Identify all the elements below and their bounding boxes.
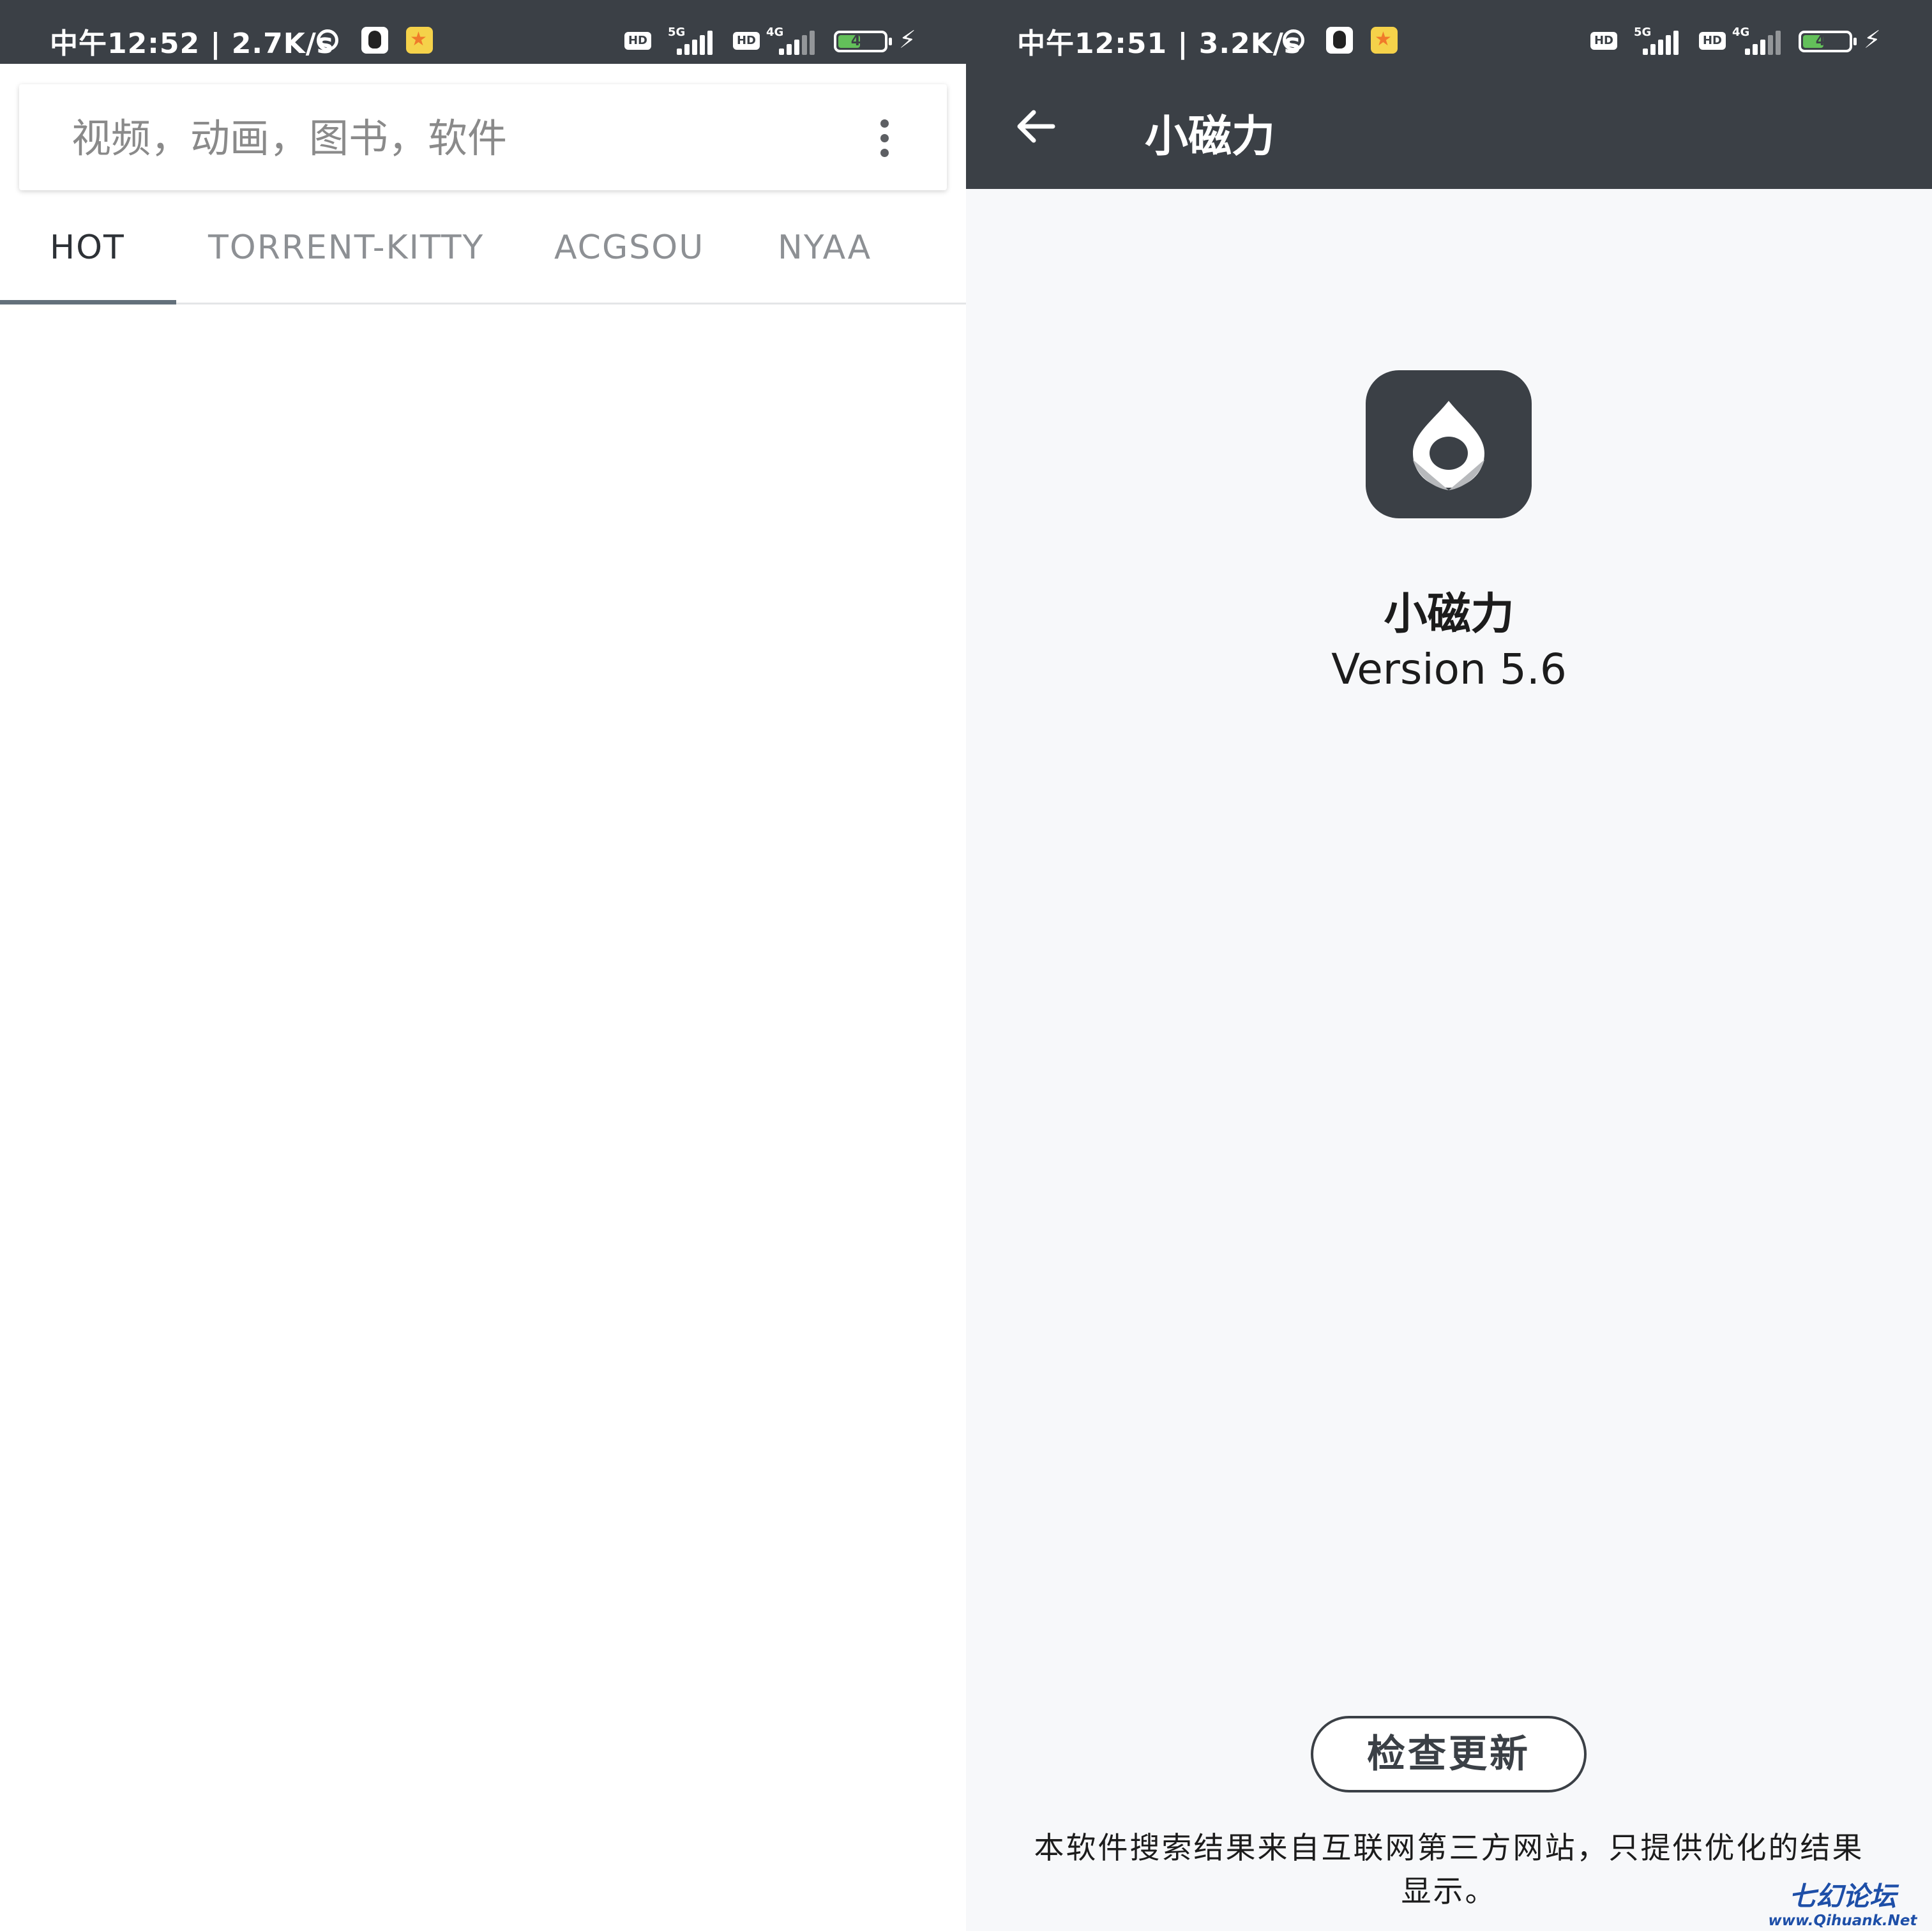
active-tab-indicator xyxy=(0,300,176,304)
hd-icon: HD xyxy=(1699,32,1726,50)
watermark-url: www.Qihuank.Net xyxy=(1768,1912,1917,1929)
search-input[interactable] xyxy=(70,110,839,166)
search-bar xyxy=(19,84,947,190)
app-version: Version 5.6 xyxy=(1331,645,1567,694)
hd-icon: HD xyxy=(1590,32,1617,50)
app-logo xyxy=(1366,370,1532,518)
status-bar: 中午12:52 | 2.7K/s HD 5G HD 4G xyxy=(0,0,966,64)
screenshot-composite: 中午12:52 | 2.7K/s HD 5G HD 4G xyxy=(0,0,1932,1931)
charging-icon: ⚡ xyxy=(899,26,916,54)
notification-app-icon xyxy=(406,27,433,54)
page-title: 小磁力 xyxy=(1145,112,1276,162)
battery-icon: 45 xyxy=(1799,31,1857,52)
forum-watermark: 七幻论坛 www.Qihuank.Net xyxy=(1766,1881,1919,1930)
check-update-button[interactable]: 检查更新 xyxy=(1311,1716,1587,1792)
app-bar: 小磁力 xyxy=(966,64,1932,189)
status-time-speed: 中午12:51 | 3.2K/s xyxy=(1017,27,1302,60)
alarm-icon xyxy=(1283,29,1304,51)
signal-5g-icon xyxy=(1643,29,1681,55)
arrow-left-icon[interactable] xyxy=(1011,101,1062,152)
signal-5g-icon xyxy=(677,29,715,55)
battery-level: 45 xyxy=(1815,33,1836,49)
signal-4g-icon xyxy=(1745,29,1783,55)
more-vertical-icon[interactable] xyxy=(878,119,891,158)
signal-4g-icon xyxy=(779,29,817,55)
watermark-title: 七幻论坛 xyxy=(1788,1881,1896,1912)
disclaimer-text: 本软件搜索结果来自互联网第三方网站，只提供优化的结果显示。 xyxy=(1034,1831,1864,1909)
qq-icon xyxy=(361,27,388,54)
tab-acgsou[interactable]: ACGSOU xyxy=(554,229,704,267)
alarm-icon xyxy=(317,29,338,51)
tab-torrent-kitty[interactable]: TORRENT-KITTY xyxy=(208,229,484,267)
about-screen: 中午12:51 | 3.2K/s HD 5G HD 4G xyxy=(966,0,1932,1931)
charging-icon: ⚡ xyxy=(1864,26,1881,54)
tab-hot[interactable]: HOT xyxy=(50,229,125,267)
battery-icon: 47 xyxy=(834,31,892,52)
status-time-speed: 中午12:52 | 2.7K/s xyxy=(50,27,335,60)
status-bar: 中午12:51 | 3.2K/s HD 5G HD 4G xyxy=(966,0,1932,64)
hd-icon: HD xyxy=(733,32,760,50)
qq-icon xyxy=(1326,27,1353,54)
notification-app-icon xyxy=(1371,27,1398,54)
search-screen: 中午12:52 | 2.7K/s HD 5G HD 4G xyxy=(0,0,966,1931)
magnet-drop-icon xyxy=(1413,401,1484,490)
tab-nyaa[interactable]: NYAA xyxy=(778,229,872,267)
battery-level: 47 xyxy=(850,33,871,49)
hd-icon: HD xyxy=(624,32,651,50)
source-tabs: HOT TORRENT-KITTY ACGSOU NYAA xyxy=(0,211,966,304)
app-name: 小磁力 xyxy=(1384,589,1514,640)
